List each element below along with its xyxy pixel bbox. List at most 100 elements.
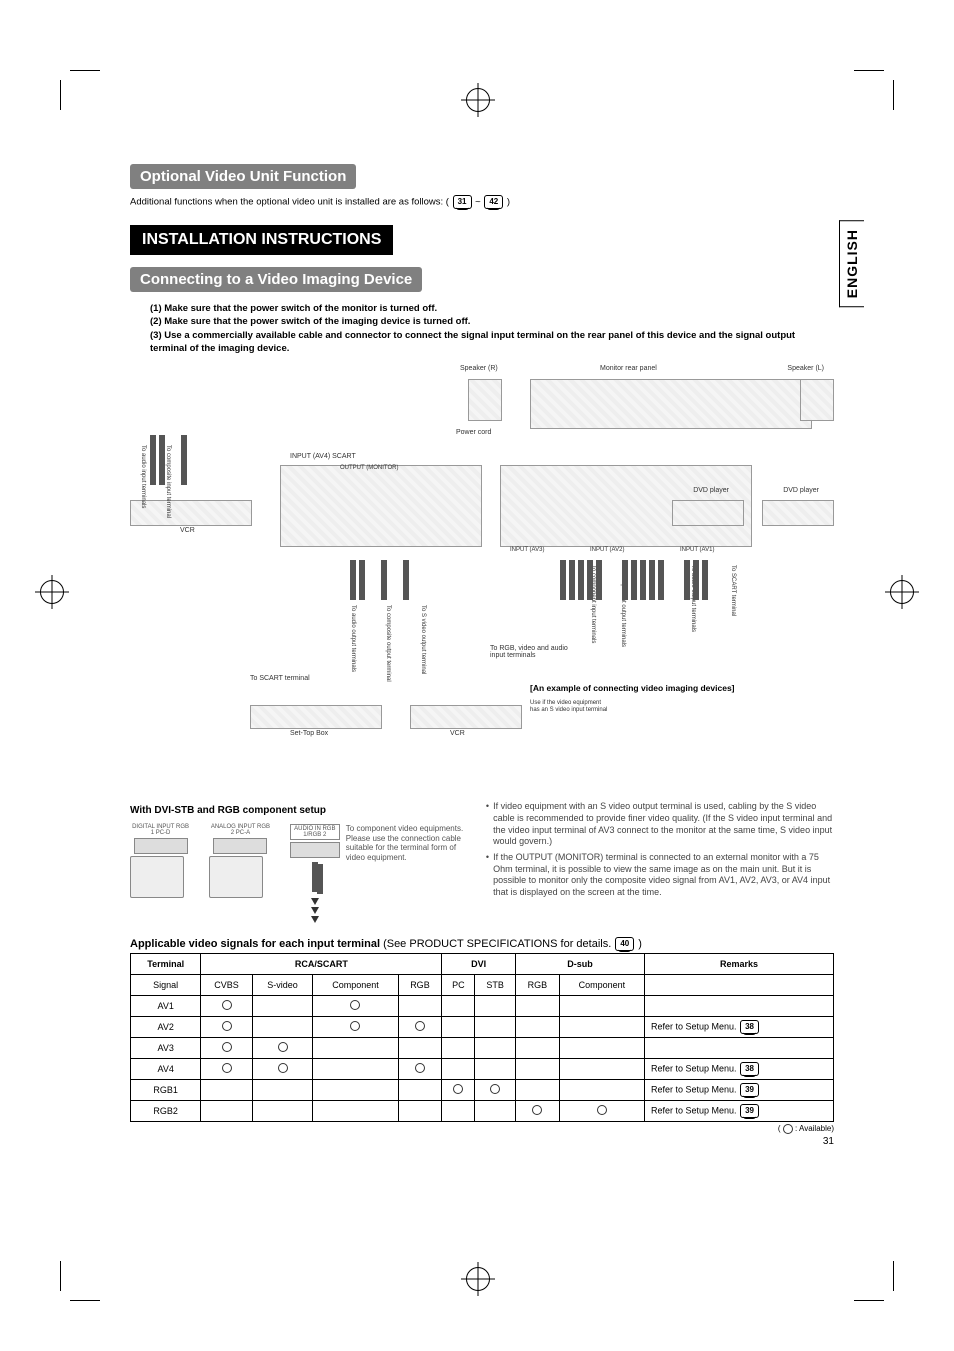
instruction-1: (1) Make sure that the power switch of t…: [150, 302, 834, 315]
label-to-scart: To SCART terminal: [250, 675, 310, 682]
th-stb: STB: [475, 975, 516, 996]
instructions: (1) Make sure that the power switch of t…: [150, 302, 834, 355]
settop-graphic: [250, 705, 382, 729]
th-pc: PC: [442, 975, 475, 996]
page-ref-31: 31: [453, 195, 472, 209]
avail-icon: [350, 1000, 360, 1010]
section-optional: Optional Video Unit Function: [130, 164, 356, 189]
additional-sep: ~: [475, 197, 483, 208]
row-av1: AV1: [131, 996, 201, 1017]
avail-icon: [490, 1084, 500, 1094]
table-row: Signal CVBS S-video Component RGB PC STB…: [131, 975, 834, 996]
table-title: Applicable video signals for each input …: [130, 937, 834, 951]
label-rear-panel: Monitor rear panel: [600, 365, 657, 372]
avail-icon: [597, 1105, 607, 1115]
connection-diagram: Speaker (R) Monitor rear panel Speaker (…: [130, 365, 834, 795]
speaker-l-graphic: [800, 379, 834, 421]
avail-icon: [278, 1042, 288, 1052]
legend-suffix: : Available): [793, 1124, 834, 1133]
setup-title: With DVI-STB and RGB component setup: [130, 805, 468, 816]
dvd1-graphic: [672, 500, 744, 526]
label-vcr2: VCR: [450, 730, 465, 737]
table-row: Terminal RCA/SCART DVI D-sub Remarks: [131, 954, 834, 975]
th-terminal: Terminal: [131, 954, 201, 975]
vcr-bottom-graphic: [410, 705, 522, 729]
remark-text: Refer to Setup Menu.: [651, 1085, 737, 1095]
label-audio: AUDIO IN RGB 1/RGB 2: [290, 824, 340, 840]
pc2-graphic: [209, 856, 263, 898]
page-ref-39: 39: [740, 1083, 759, 1097]
label-dvd2: DVD player: [783, 487, 819, 494]
note-2: If the OUTPUT (MONITOR) terminal is conn…: [493, 852, 834, 899]
avail-icon: [222, 1063, 232, 1073]
label-input-av1: INPUT (AV1): [680, 547, 714, 553]
table-title-mid: (See PRODUCT SPECIFICATIONS for details.: [383, 938, 614, 950]
label-rgb2: ANALOG INPUT RGB 2 PC-A: [209, 824, 272, 836]
table-row: RGB2 Refer to Setup Menu. 39: [131, 1101, 834, 1122]
avail-icon: [532, 1105, 542, 1115]
section-connect: Connecting to a Video Imaging Device: [130, 267, 422, 292]
avail-icon: [453, 1084, 463, 1094]
label-to-rgb: To RGB, video and audio input terminals: [490, 645, 570, 659]
label-speaker-l: Speaker (L): [787, 365, 824, 372]
section-install: INSTALLATION INSTRUCTIONS: [130, 225, 393, 255]
right-notes: •If video equipment with an S video outp…: [486, 801, 834, 923]
available-legend: ( : Available): [130, 1124, 834, 1134]
label-output-mon: OUTPUT (MONITOR): [340, 465, 398, 471]
table-title-suffix: ): [638, 938, 642, 950]
label-rgb1: DIGITAL INPUT RGB 1 PC-D: [130, 824, 191, 836]
label-to-composite-out: To composite output terminal: [385, 605, 391, 682]
label-speaker-r: Speaker (R): [460, 365, 498, 372]
setup-left: With DVI-STB and RGB component setup DIG…: [130, 801, 468, 923]
page-ref-42: 42: [484, 195, 503, 209]
label-input-av4: INPUT (AV4) SCART: [290, 453, 356, 460]
th-signal: Signal: [131, 975, 201, 996]
language-tab: ENGLISH: [839, 220, 864, 307]
avail-icon: [278, 1063, 288, 1073]
label-input-av3: INPUT (AV3): [510, 547, 544, 553]
page-ref-38b: 38: [740, 1062, 759, 1076]
label-svideo-note: Use if the video equipment has an S vide…: [530, 700, 610, 713]
table-row: AV4 Refer to Setup Menu. 38: [131, 1059, 834, 1080]
note-1: If video equipment with an S video outpu…: [493, 801, 834, 848]
label-power-cord: Power cord: [456, 429, 491, 436]
th-component: Component: [313, 975, 398, 996]
rear-panel-graphic: [530, 379, 812, 429]
th-remarks: Remarks: [645, 954, 834, 975]
table-row: AV3: [131, 1038, 834, 1059]
table-row: AV1: [131, 996, 834, 1017]
page-ref-38: 38: [740, 1020, 759, 1034]
instruction-3: (3) Use a commercially available cable a…: [150, 329, 834, 356]
signal-table: Terminal RCA/SCART DVI D-sub Remarks Sig…: [130, 953, 834, 1122]
th-rca: RCA/SCART: [201, 954, 442, 975]
avail-icon: [415, 1063, 425, 1073]
avail-icon: [415, 1021, 425, 1031]
vcr-left-graphic: [130, 500, 252, 526]
label-dvd1: DVD player: [693, 487, 729, 494]
th-cvbs: CVBS: [201, 975, 252, 996]
th-rgb: RGB: [398, 975, 442, 996]
row-av3: AV3: [131, 1038, 201, 1059]
terminal-block-graphic: [280, 465, 482, 547]
remark-text: Refer to Setup Menu.: [651, 1106, 737, 1116]
remark-text: Refer to Setup Menu.: [651, 1022, 737, 1032]
label-to-audio-out: To audio output terminals: [350, 605, 356, 672]
label-input-av2: INPUT (AV2): [590, 547, 624, 553]
th-svideo: S-video: [252, 975, 313, 996]
table-row: AV2 Refer to Setup Menu. 38: [131, 1017, 834, 1038]
additional-prefix: Additional functions when the optional v…: [130, 197, 449, 208]
row-rgb2: RGB2: [131, 1101, 201, 1122]
table-title-prefix: Applicable video signals for each input …: [130, 938, 383, 950]
avail-icon: [222, 1042, 232, 1052]
row-av2: AV2: [131, 1017, 201, 1038]
th-dvi: DVI: [442, 954, 516, 975]
pc1-graphic: [130, 856, 184, 898]
th-dsub: D-sub: [516, 954, 645, 975]
page-ref-40: 40: [615, 937, 634, 951]
page-ref-39b: 39: [740, 1104, 759, 1118]
additional-suffix: ): [507, 197, 510, 208]
row-rgb1: RGB1: [131, 1080, 201, 1101]
label-example: [An example of connecting video imaging …: [530, 683, 735, 693]
label-vcr: VCR: [180, 527, 195, 534]
th-remarks-blank: [645, 975, 834, 996]
